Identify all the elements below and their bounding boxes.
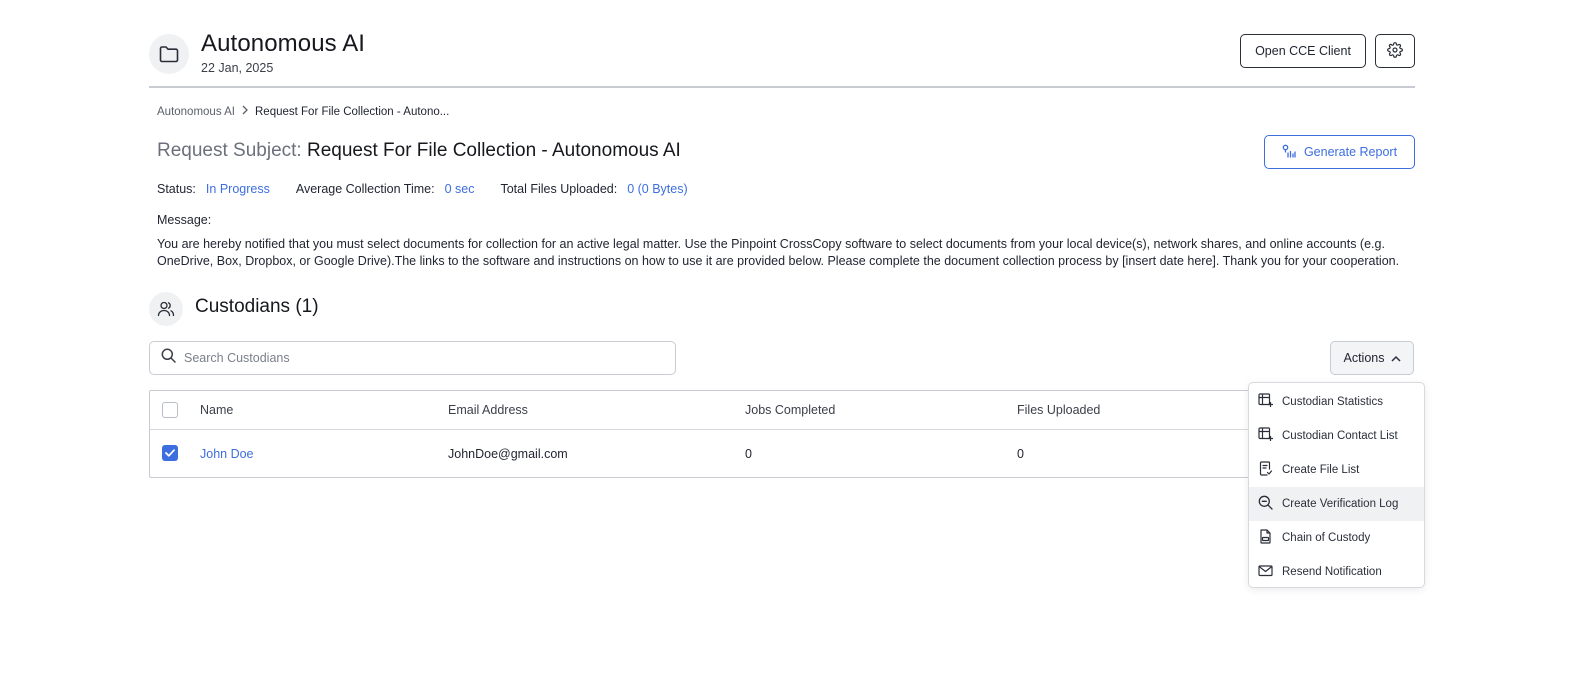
search-zoom-icon [1258,495,1273,513]
menu-item-label: Resend Notification [1282,566,1382,578]
breadcrumb-root-link[interactable]: Autonomous AI [157,106,235,118]
actions-menu: Custodian Statistics Custodian Contact L… [1248,382,1425,588]
table-header: Name Email Address Jobs Completed Files … [150,391,1414,430]
gear-icon [1387,41,1403,61]
menu-item-resend-notification[interactable]: Resend Notification [1249,555,1424,589]
menu-item-create-verification-log[interactable]: Create Verification Log [1249,487,1424,521]
custodian-jobs-completed: 0 [745,447,752,461]
menu-item-custodian-contact-list[interactable]: Custodian Contact List [1249,419,1424,453]
menu-item-label: Create Verification Log [1282,498,1399,510]
breadcrumb: Autonomous AI Request For File Collectio… [157,105,449,118]
file-list-icon [1258,461,1273,479]
menu-item-chain-of-custody[interactable]: Chain of Custody [1249,521,1424,555]
mail-icon [1258,563,1273,581]
project-date: 22 Jan, 2025 [201,61,274,75]
column-header-files-uploaded[interactable]: Files Uploaded [1017,403,1100,417]
status-value: In Progress [205,182,270,196]
subject-label: Request Subject: [157,140,302,161]
document-icon [1258,529,1273,547]
report-chart-icon [1282,144,1296,161]
chevron-up-icon [1390,351,1401,365]
total-files-value: 0 (0 Bytes) [627,182,688,196]
custodian-files-uploaded: 0 [1017,447,1024,461]
checkmark-icon [165,444,175,462]
settings-button[interactable] [1375,34,1415,68]
search-icon [161,348,176,368]
breadcrumb-current: Request For File Collection - Autono... [255,105,450,118]
custodians-title: Custodians (1) [195,296,319,317]
avg-time-value: 0 sec [444,182,475,196]
users-icon [149,292,183,326]
generate-report-button[interactable]: Generate Report [1264,135,1415,169]
folder-icon [149,34,189,74]
actions-dropdown-button[interactable]: Actions [1330,341,1414,375]
subject-value: Request For File Collection - Autonomous… [306,140,681,161]
message-label: Message: [157,213,212,227]
menu-item-label: Custodian Statistics [1282,396,1383,408]
project-title: Autonomous AI [201,30,366,57]
column-header-jobs-completed[interactable]: Jobs Completed [745,403,835,417]
open-cce-client-button[interactable]: Open CCE Client [1240,34,1366,68]
chevron-right-icon [241,105,249,118]
avg-time-label: Average Collection Time: [295,182,435,196]
select-all-checkbox[interactable] [162,402,178,418]
status-line: Status: In Progress Average Collection T… [157,182,714,196]
status-label: Status: [157,182,196,196]
column-header-email[interactable]: Email Address [448,403,528,417]
custodian-email: JohnDoe@gmail.com [448,447,568,461]
total-files-label: Total Files Uploaded: [500,182,618,196]
table-plus-icon [1258,427,1273,445]
menu-item-custodian-statistics[interactable]: Custodian Statistics [1249,385,1424,419]
menu-item-create-file-list[interactable]: Create File List [1249,453,1424,487]
search-custodians-field[interactable] [149,341,676,375]
column-header-name[interactable]: Name [200,403,233,417]
generate-report-label: Generate Report [1303,145,1398,159]
menu-item-label: Create File List [1282,464,1360,476]
row-checkbox[interactable] [162,445,178,461]
search-custodians-input[interactable] [184,351,644,365]
request-subject: Request Subject: Request For File Collec… [157,140,681,162]
custodians-table: Name Email Address Jobs Completed Files … [149,390,1415,478]
table-plus-icon [1258,393,1273,411]
menu-item-label: Chain of Custody [1282,532,1371,544]
menu-item-label: Custodian Contact List [1282,430,1398,442]
actions-label: Actions [1343,351,1385,365]
message-body: You are hereby notified that you must se… [157,237,1400,268]
project-header: Autonomous AI 22 Jan, 2025 Open CCE Clie… [149,30,1415,88]
custodian-name-link[interactable]: John Doe [200,447,254,461]
